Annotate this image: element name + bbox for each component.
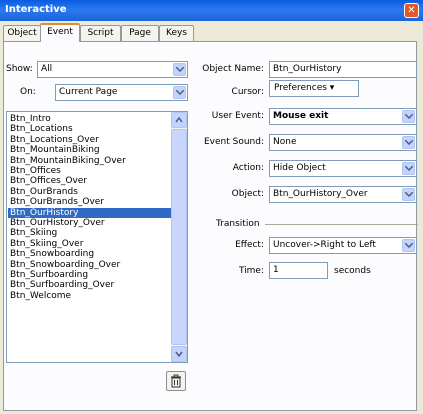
event-sound-value: None [273, 137, 297, 147]
chevron-down-icon[interactable] [402, 110, 415, 123]
chevron-down-icon[interactable] [402, 188, 415, 201]
scroll-down-button[interactable] [171, 346, 187, 362]
list-item[interactable]: Btn_Skiing [8, 228, 173, 238]
chevron-down-icon[interactable] [173, 63, 186, 76]
list-item[interactable]: Btn_Skiing_Over [8, 239, 173, 249]
scroll-up-button[interactable] [171, 112, 187, 128]
tab-keys[interactable]: Keys [159, 25, 194, 41]
event-sound-label: Event Sound: [203, 137, 264, 147]
object-list[interactable]: Btn_Intro Btn_Locations Btn_Locations_Over… [6, 111, 188, 363]
close-icon: ✕ [407, 5, 416, 16]
object-name-label: Object Name: [202, 64, 264, 74]
trash-icon [171, 374, 181, 388]
action-label: Action: [232, 163, 264, 173]
list-item[interactable]: Btn_Offices [8, 166, 173, 176]
tab-event[interactable]: Event [40, 23, 80, 42]
list-item[interactable]: Btn_Surfboarding [8, 270, 173, 280]
effect-value: Uncover->Right to Left [273, 240, 376, 250]
list-item[interactable]: Btn_OurBrands [8, 187, 173, 197]
list-scrollbar[interactable] [171, 112, 187, 362]
transition-label: Transition [216, 219, 260, 229]
cursor-dropdown[interactable]: Preferences ▾ [269, 80, 359, 97]
time-unit-label: seconds [334, 266, 371, 276]
scroll-thumb[interactable] [171, 129, 187, 345]
chevron-down-icon[interactable] [402, 162, 415, 175]
object-label: Object: [231, 189, 264, 199]
list-item[interactable]: Btn_OurBrands_Over [8, 197, 173, 207]
list-item[interactable]: Btn_Intro [8, 114, 173, 124]
on-label: On: [20, 87, 36, 97]
object-value: Btn_OurHistory_Over [273, 189, 368, 199]
list-item[interactable]: Btn_Locations [8, 124, 173, 134]
on-dropdown[interactable]: Current Page [55, 84, 188, 101]
object-dropdown[interactable]: Btn_OurHistory_Over [269, 186, 417, 203]
list-item[interactable]: Btn_Snowboarding_Over [8, 260, 173, 270]
list-item[interactable]: Btn_Surfboarding_Over [8, 280, 173, 290]
on-value: Current Page [59, 87, 118, 97]
action-dropdown[interactable]: Hide Object [269, 160, 417, 177]
list-item[interactable]: Btn_MountainBiking [8, 145, 173, 155]
action-value: Hide Object [273, 163, 326, 173]
user-event-label: User Event: [211, 111, 264, 121]
cursor-label: Cursor: [231, 87, 264, 97]
list-item[interactable]: Btn_Offices_Over [8, 176, 173, 186]
user-event-dropdown[interactable]: Mouse exit [269, 108, 417, 125]
object-name-field[interactable]: Btn_OurHistory [269, 61, 417, 78]
show-value: All [41, 64, 53, 74]
chevron-down-icon[interactable] [173, 86, 186, 99]
title-bar: Interactive ✕ [0, 0, 423, 21]
list-item[interactable]: Btn_OurHistory_Over [8, 218, 173, 228]
effect-dropdown[interactable]: Uncover->Right to Left [269, 237, 417, 254]
chevron-down-icon[interactable] [402, 239, 415, 252]
user-event-value: Mouse exit [273, 111, 329, 121]
list-item[interactable]: Btn_Snowboarding [8, 249, 173, 259]
list-item[interactable]: Btn_MountainBiking_Over [8, 156, 173, 166]
event-sound-dropdown[interactable]: None [269, 134, 417, 151]
delete-button[interactable] [166, 371, 186, 391]
list-item[interactable]: Btn_Locations_Over [8, 135, 173, 145]
show-label: Show: [6, 64, 33, 74]
chevron-down-icon[interactable] [402, 136, 415, 149]
window-title: Interactive [5, 4, 67, 15]
transition-divider [265, 224, 418, 225]
time-label: Time: [238, 266, 264, 276]
effect-label: Effect: [235, 240, 264, 250]
close-button[interactable]: ✕ [404, 3, 419, 18]
tab-script[interactable]: Script [80, 25, 121, 41]
time-input[interactable]: 1 [269, 262, 328, 279]
show-dropdown[interactable]: All [37, 61, 188, 78]
list-item[interactable]: Btn_Welcome [8, 291, 173, 301]
tab-page[interactable]: Page [121, 25, 159, 41]
list-item[interactable]: Btn_OurHistory [8, 207, 173, 218]
tab-object[interactable]: Object [3, 25, 41, 41]
